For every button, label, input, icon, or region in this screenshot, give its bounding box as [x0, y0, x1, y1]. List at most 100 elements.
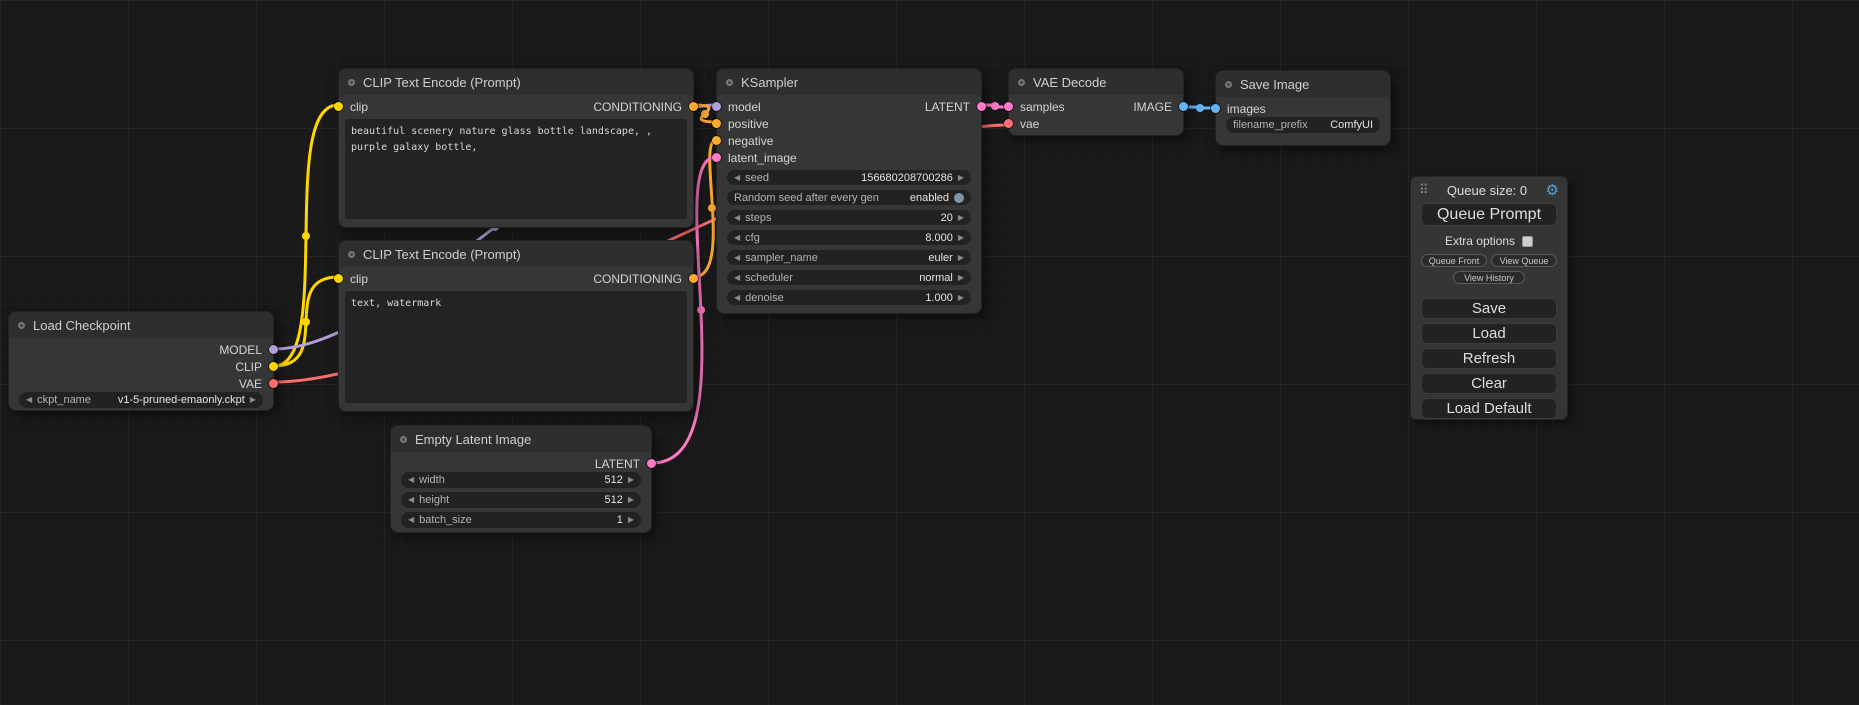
graph-canvas[interactable]: { "nodes": { "load_checkpoint": { "title… [0, 0, 1859, 705]
link-midpoint-dot [302, 318, 310, 326]
node-title-bar[interactable]: VAE Decode [1009, 69, 1183, 95]
prev-arrow-icon[interactable]: ◀ [26, 396, 32, 404]
toggle-on-icon[interactable] [954, 193, 964, 203]
node-title-bar[interactable]: Load Checkpoint [9, 312, 273, 338]
next-arrow-icon[interactable]: ▶ [958, 274, 964, 282]
next-arrow-icon[interactable]: ▶ [958, 174, 964, 182]
model-port-icon[interactable] [712, 102, 721, 111]
prompt-textarea[interactable]: beautiful scenery nature glass bottle la… [345, 119, 687, 219]
input-slot-latent-image[interactable]: latent_image [712, 151, 797, 165]
widget-random-seed-toggle[interactable]: Random seed after every gen enabled [727, 190, 971, 205]
node-clip-text-encode-negative[interactable]: CLIP Text Encode (Prompt) clip CONDITION… [338, 240, 694, 412]
next-arrow-icon[interactable]: ▶ [958, 254, 964, 262]
widget-denoise[interactable]: ◀ denoise 1.000 ▶ [727, 290, 971, 305]
vae-port-icon[interactable] [269, 379, 278, 388]
widget-ckpt-name[interactable]: ◀ ckpt_name v1-5-pruned-emaonly.ckpt ▶ [19, 392, 263, 408]
latent-port-icon[interactable] [647, 459, 656, 468]
input-slot-samples[interactable]: samples [1004, 100, 1065, 114]
output-slot-model[interactable]: MODEL [219, 343, 278, 357]
input-label: clip [350, 100, 368, 114]
latent-port-icon[interactable] [977, 102, 986, 111]
node-title-bar[interactable]: CLIP Text Encode (Prompt) [339, 241, 693, 267]
prev-arrow-icon[interactable]: ◀ [408, 516, 414, 524]
prev-arrow-icon[interactable]: ◀ [734, 234, 740, 242]
prev-arrow-icon[interactable]: ◀ [734, 214, 740, 222]
node-clip-text-encode-positive[interactable]: CLIP Text Encode (Prompt) clip CONDITION… [338, 68, 694, 228]
view-history-button[interactable]: View History [1453, 271, 1525, 284]
output-slot-vae[interactable]: VAE [239, 377, 278, 391]
widget-scheduler[interactable]: ◀ scheduler normal ▶ [727, 270, 971, 285]
load-button[interactable]: Load [1421, 323, 1557, 344]
drag-handle-icon[interactable]: ⠿ [1419, 182, 1429, 198]
widget-height[interactable]: ◀ height 512 ▶ [401, 492, 641, 508]
node-title-bar[interactable]: Empty Latent Image [391, 426, 651, 452]
settings-gear-icon[interactable]: ⚙ [1546, 183, 1559, 198]
input-slot-negative[interactable]: negative [712, 134, 773, 148]
refresh-button[interactable]: Refresh [1421, 348, 1557, 369]
node-status-dot [400, 436, 407, 443]
node-save-image[interactable]: Save Image images filename_prefix ComfyU… [1215, 70, 1391, 146]
widget-filename-prefix[interactable]: filename_prefix ComfyUI [1226, 117, 1380, 133]
next-arrow-icon[interactable]: ▶ [958, 294, 964, 302]
input-slot-positive[interactable]: positive [712, 117, 769, 131]
next-arrow-icon[interactable]: ▶ [628, 476, 634, 484]
input-slot-vae[interactable]: vae [1004, 117, 1039, 131]
node-title-bar[interactable]: KSampler [717, 69, 981, 95]
prompt-textarea[interactable]: text, watermark [345, 291, 687, 403]
input-slot-clip[interactable]: clip [334, 272, 368, 286]
output-slot-conditioning[interactable]: CONDITIONING [593, 272, 698, 286]
output-slot-clip[interactable]: CLIP [235, 360, 278, 374]
next-arrow-icon[interactable]: ▶ [958, 214, 964, 222]
output-slot-image[interactable]: IMAGE [1133, 100, 1188, 114]
widget-sampler-name[interactable]: ◀ sampler_name euler ▶ [727, 250, 971, 265]
node-empty-latent-image[interactable]: Empty Latent Image LATENT ◀ width 512 ▶ … [390, 425, 652, 533]
node-title-bar[interactable]: Save Image [1216, 71, 1390, 97]
next-arrow-icon[interactable]: ▶ [250, 396, 256, 404]
prev-arrow-icon[interactable]: ◀ [408, 496, 414, 504]
prev-arrow-icon[interactable]: ◀ [734, 174, 740, 182]
prev-arrow-icon[interactable]: ◀ [408, 476, 414, 484]
prev-arrow-icon[interactable]: ◀ [734, 274, 740, 282]
next-arrow-icon[interactable]: ▶ [628, 496, 634, 504]
load-default-button[interactable]: Load Default [1421, 398, 1557, 419]
vae-port-icon[interactable] [1004, 119, 1013, 128]
latent-port-icon[interactable] [712, 153, 721, 162]
conditioning-port-icon[interactable] [712, 136, 721, 145]
link-midpoint-dot [697, 306, 705, 314]
input-slot-images[interactable]: images [1211, 102, 1266, 116]
node-vae-decode[interactable]: VAE Decode samples IMAGE vae [1008, 68, 1184, 136]
output-slot-latent[interactable]: LATENT [595, 457, 656, 471]
node-load-checkpoint[interactable]: Load Checkpoint MODEL CLIP VAE ◀ ckpt_na… [8, 311, 274, 411]
queue-prompt-button[interactable]: Queue Prompt [1421, 203, 1557, 226]
extra-options-checkbox[interactable] [1522, 236, 1533, 247]
widget-steps[interactable]: ◀ steps 20 ▶ [727, 210, 971, 225]
clear-button[interactable]: Clear [1421, 373, 1557, 394]
conditioning-port-icon[interactable] [689, 274, 698, 283]
queue-front-button[interactable]: Queue Front [1421, 254, 1487, 267]
save-button[interactable]: Save [1421, 298, 1557, 319]
next-arrow-icon[interactable]: ▶ [958, 234, 964, 242]
clip-port-icon[interactable] [334, 274, 343, 283]
output-slot-latent[interactable]: LATENT [925, 100, 986, 114]
node-title-bar[interactable]: CLIP Text Encode (Prompt) [339, 69, 693, 95]
input-slot-model[interactable]: model [712, 100, 761, 114]
view-queue-button[interactable]: View Queue [1491, 254, 1557, 267]
next-arrow-icon[interactable]: ▶ [628, 516, 634, 524]
widget-width[interactable]: ◀ width 512 ▶ [401, 472, 641, 488]
conditioning-port-icon[interactable] [712, 119, 721, 128]
image-port-icon[interactable] [1179, 102, 1188, 111]
model-port-icon[interactable] [269, 345, 278, 354]
node-ksampler[interactable]: KSampler model LATENT positive negative [716, 68, 982, 314]
output-slot-conditioning[interactable]: CONDITIONING [593, 100, 698, 114]
clip-port-icon[interactable] [334, 102, 343, 111]
widget-batch-size[interactable]: ◀ batch_size 1 ▶ [401, 512, 641, 528]
clip-port-icon[interactable] [269, 362, 278, 371]
conditioning-port-icon[interactable] [689, 102, 698, 111]
latent-port-icon[interactable] [1004, 102, 1013, 111]
prev-arrow-icon[interactable]: ◀ [734, 294, 740, 302]
prev-arrow-icon[interactable]: ◀ [734, 254, 740, 262]
widget-seed[interactable]: ◀ seed 156680208700286 ▶ [727, 170, 971, 185]
image-port-icon[interactable] [1211, 104, 1220, 113]
input-slot-clip[interactable]: clip [334, 100, 368, 114]
widget-cfg[interactable]: ◀ cfg 8.000 ▶ [727, 230, 971, 245]
